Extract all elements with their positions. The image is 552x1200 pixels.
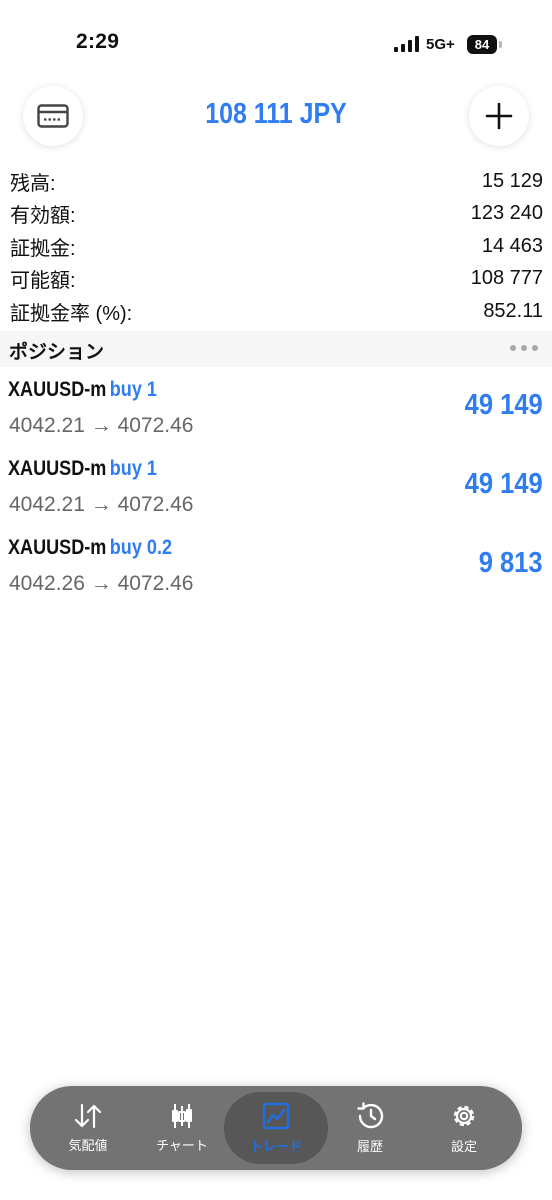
plus-icon bbox=[485, 102, 513, 130]
tab-chart[interactable]: チャート bbox=[130, 1092, 234, 1164]
more-options-icon[interactable] bbox=[510, 345, 538, 351]
tab-label: チャート bbox=[156, 1137, 208, 1153]
cellular-signal-icon bbox=[394, 36, 419, 52]
position-symbol: XAUUSD-m bbox=[8, 457, 107, 480]
position-profit: 49 149 bbox=[464, 468, 543, 500]
summary-value: 108 777 bbox=[470, 267, 543, 290]
summary-label: 証拠金: bbox=[10, 237, 76, 260]
tab-label: 設定 bbox=[450, 1138, 477, 1154]
position-symbol: XAUUSD-m bbox=[8, 536, 107, 559]
candlestick-icon bbox=[172, 1103, 192, 1128]
positions-section-header: ポジション bbox=[0, 331, 552, 367]
gear-icon bbox=[453, 1105, 475, 1126]
tab-label: トレード bbox=[249, 1138, 302, 1154]
summary-row-margin-level: 証拠金率 (%): 852.11 bbox=[0, 295, 552, 328]
wallet-button[interactable] bbox=[23, 86, 83, 146]
position-side: buy 1 bbox=[109, 378, 157, 401]
battery-nub bbox=[499, 41, 502, 48]
history-clock-icon bbox=[357, 1101, 384, 1128]
trade-chart-icon bbox=[262, 1102, 290, 1129]
position-side: buy 0.2 bbox=[109, 536, 173, 559]
account-summary: 残高: 15 129 有効額: 123 240 証拠金: 14 463 可能額:… bbox=[0, 165, 552, 328]
tab-history[interactable]: 履歴 bbox=[318, 1092, 422, 1164]
status-time: 2:29 bbox=[76, 30, 120, 53]
position-symbol: XAUUSD-m bbox=[8, 378, 107, 401]
summary-label: 証拠金率 (%): bbox=[10, 302, 133, 325]
battery-icon: 84 bbox=[467, 35, 497, 54]
summary-label: 有効額: bbox=[10, 205, 76, 228]
summary-label: 残高: bbox=[10, 172, 56, 195]
position-prices: 4042.21 → 4072.46 bbox=[9, 493, 194, 516]
summary-row-balance: 残高: 15 129 bbox=[0, 165, 552, 198]
summary-value: 14 463 bbox=[481, 234, 543, 257]
summary-row-margin: 証拠金: 14 463 bbox=[0, 230, 552, 263]
position-prices: 4042.26 → 4072.46 bbox=[9, 572, 194, 595]
summary-row-free-margin: 可能額: 108 777 bbox=[0, 263, 552, 296]
tab-label: 気配値 bbox=[68, 1137, 108, 1153]
positions-title: ポジション bbox=[9, 342, 105, 363]
up-down-arrows-icon bbox=[74, 1103, 102, 1128]
position-prices: 4042.21 → 4072.46 bbox=[9, 414, 194, 437]
summary-label: 可能額: bbox=[10, 270, 76, 293]
bottom-tab-bar: 気配値 チャート トレード 履歴 設定 bbox=[30, 1086, 522, 1170]
summary-row-equity: 有効額: 123 240 bbox=[0, 198, 552, 231]
wallet-card-icon bbox=[37, 104, 69, 128]
position-row[interactable]: XAUUSD-m buy 1 4042.21 → 4072.46 49 149 bbox=[0, 449, 552, 527]
summary-value: 852.11 bbox=[483, 299, 543, 322]
network-type: 5G+ bbox=[426, 36, 455, 53]
position-profit: 49 149 bbox=[464, 389, 543, 421]
tab-settings[interactable]: 設定 bbox=[412, 1092, 516, 1164]
tab-label: 履歴 bbox=[356, 1138, 383, 1154]
position-profit: 9 813 bbox=[479, 547, 543, 579]
account-balance-title: 108 111 JPY bbox=[205, 98, 347, 130]
tab-trade[interactable]: トレード bbox=[224, 1092, 328, 1164]
summary-value: 123 240 bbox=[470, 202, 543, 225]
tab-quotes[interactable]: 気配値 bbox=[36, 1092, 140, 1164]
position-row[interactable]: XAUUSD-m buy 0.2 4042.26 → 4072.46 9 813 bbox=[0, 528, 552, 606]
summary-value: 15 129 bbox=[481, 169, 543, 192]
new-order-button[interactable] bbox=[469, 86, 529, 146]
position-row[interactable]: XAUUSD-m buy 1 4042.21 → 4072.46 49 149 bbox=[0, 370, 552, 448]
position-side: buy 1 bbox=[109, 457, 157, 480]
